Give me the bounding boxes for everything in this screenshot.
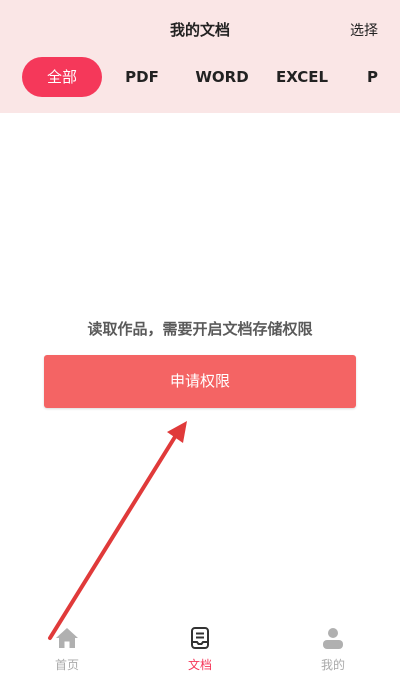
filter-tabs: 全部 PDF WORD EXCEL P (0, 57, 400, 97)
bottom-navigation: 首页 文档 我的 (0, 620, 400, 681)
nav-profile[interactable]: 我的 (298, 626, 368, 673)
nav-home-label: 首页 (54, 658, 79, 672)
home-icon (32, 626, 102, 650)
page-title: 我的文档 (169, 21, 230, 39)
user-icon (298, 626, 368, 650)
top-header: 我的文档 选择 全部 PDF WORD EXCEL P (0, 0, 400, 113)
annotation-arrow-shaft (48, 430, 180, 640)
tab-pdf[interactable]: PDF (117, 57, 167, 97)
tab-word[interactable]: WORD (190, 57, 254, 97)
nav-documents[interactable]: 文档 (165, 626, 235, 673)
tab-excel[interactable]: EXCEL (270, 57, 334, 97)
nav-documents-label: 文档 (187, 658, 212, 672)
tab-all[interactable]: 全部 (22, 57, 102, 97)
tab-ppt[interactable]: P (356, 57, 400, 97)
document-tray-icon (165, 626, 235, 650)
annotation-arrow-head (167, 421, 187, 443)
permission-message: 读取作品，需要开启文档存储权限 (87, 320, 313, 338)
nav-home[interactable]: 首页 (32, 626, 102, 673)
nav-profile-label: 我的 (320, 658, 345, 672)
request-permission-button[interactable]: 申请权限 (44, 355, 356, 408)
select-button[interactable]: 选择 (350, 20, 378, 40)
